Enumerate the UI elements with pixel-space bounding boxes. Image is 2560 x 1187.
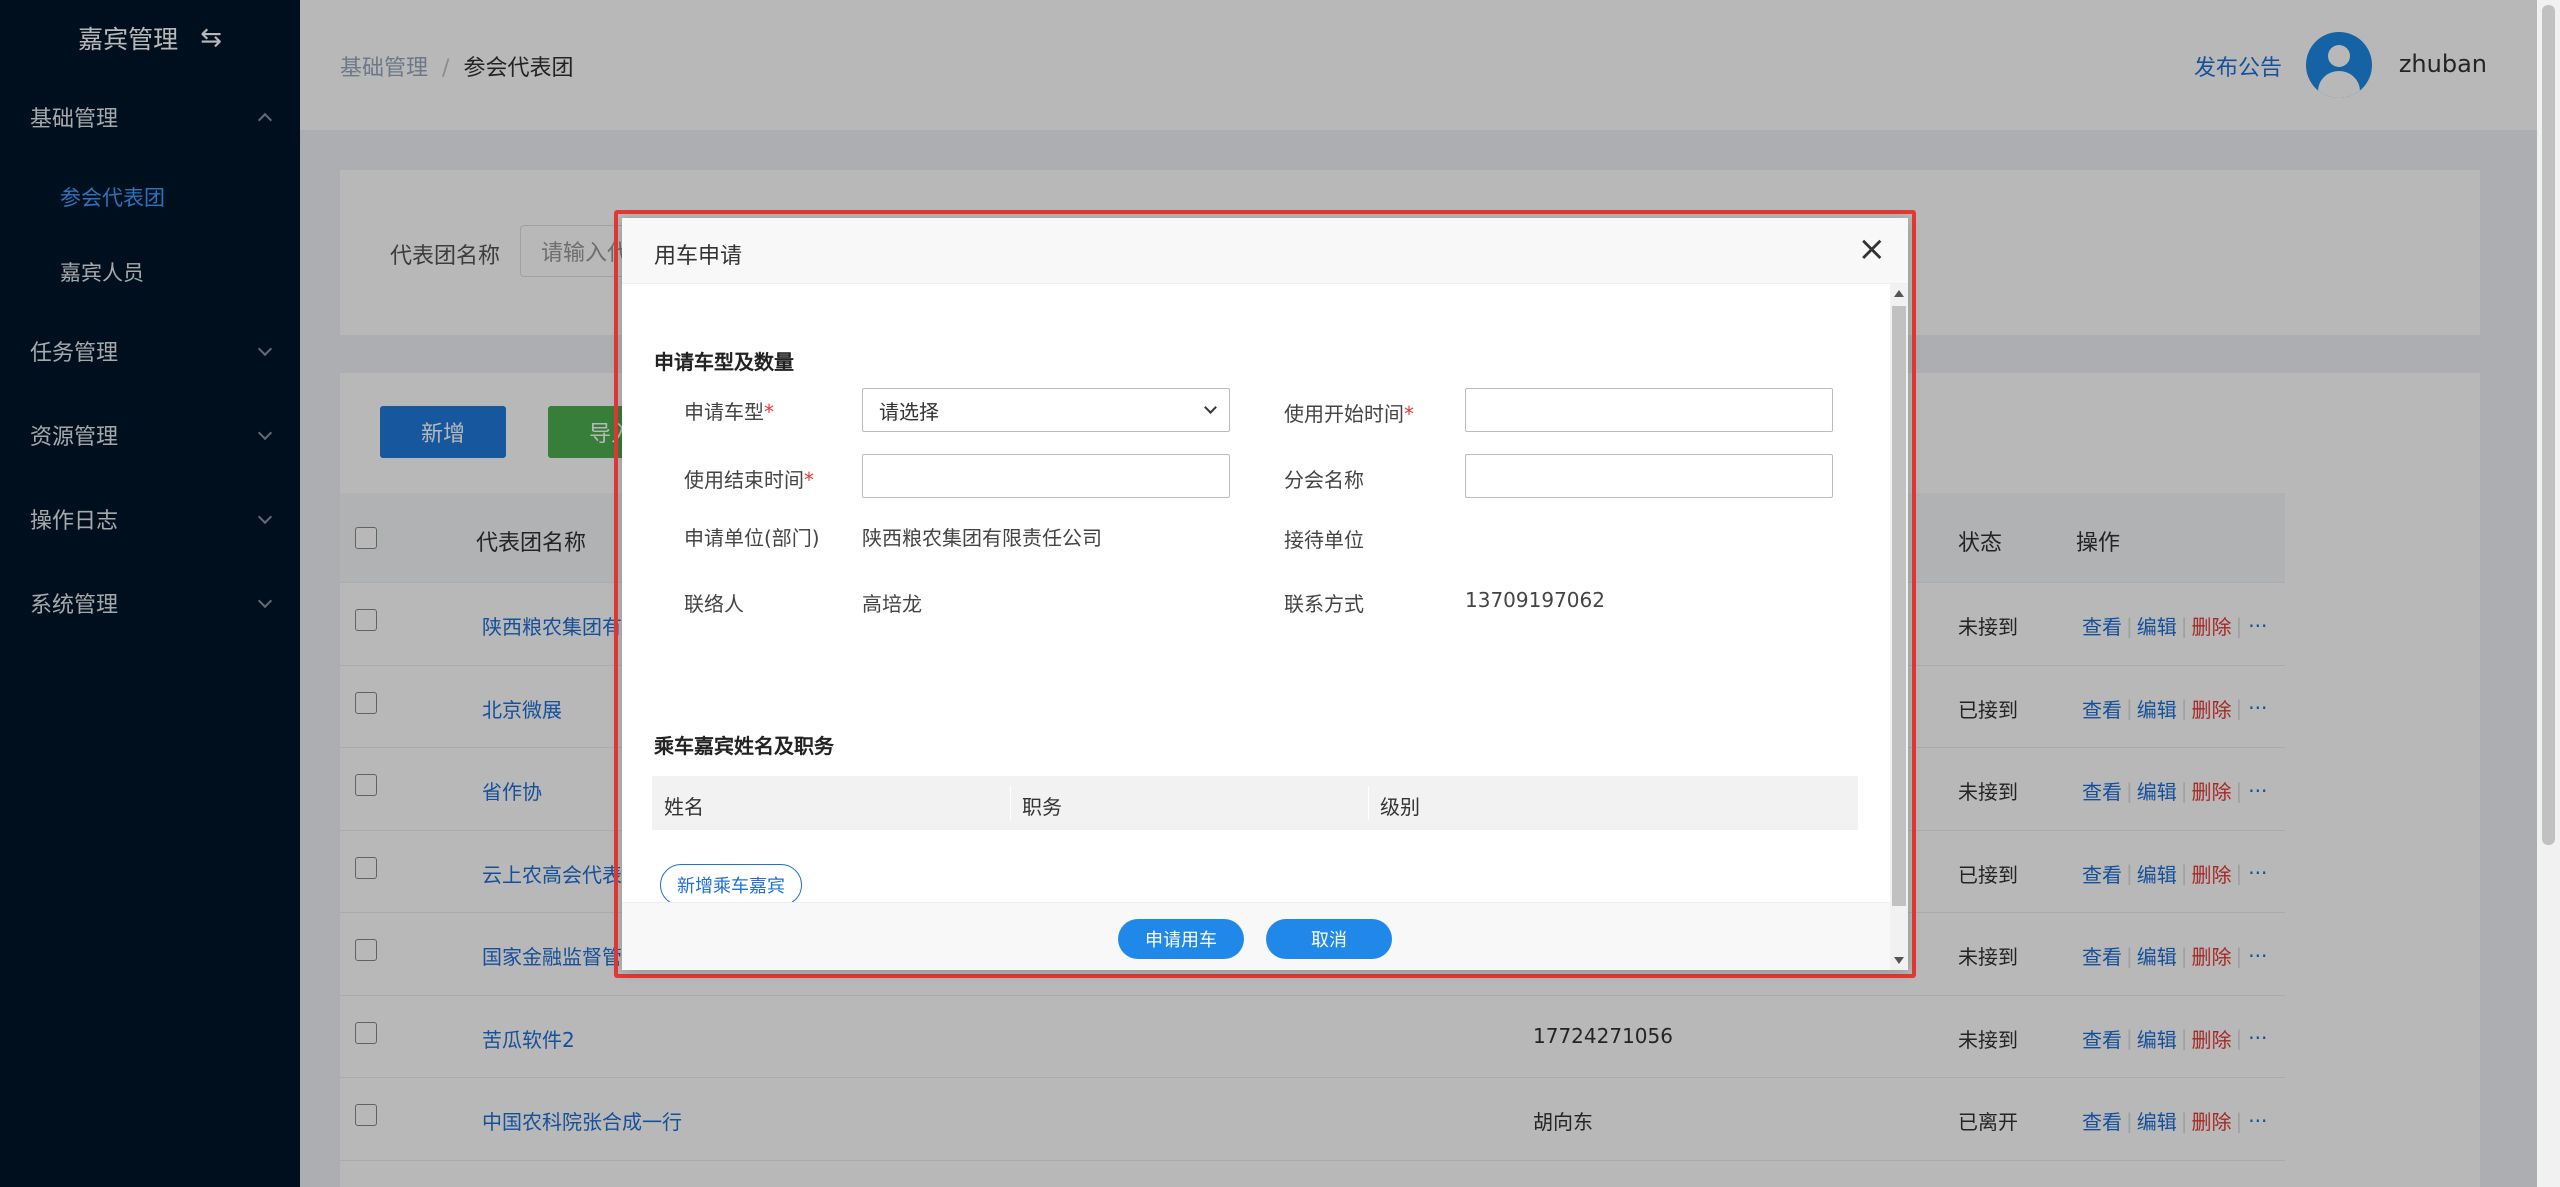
- dialog-body: 申请车型及数量 申请车型* 请选择 使用开始时间* 使用结束时间* 分会名称 申…: [622, 284, 1890, 906]
- unit-label: 申请单位(部门): [684, 526, 820, 550]
- cancel-button[interactable]: 取消: [1266, 919, 1392, 959]
- end-time-input[interactable]: [862, 454, 1230, 498]
- column-divider: [1010, 786, 1011, 820]
- label-text: 申请车型: [684, 400, 764, 424]
- section-title-car: 申请车型及数量: [654, 350, 794, 374]
- page-scrollbar[interactable]: [2537, 0, 2560, 1187]
- start-time-label: 使用开始时间*: [1284, 398, 1414, 427]
- guest-column-name: 姓名: [664, 795, 704, 819]
- guest-column-level: 级别: [1380, 795, 1420, 819]
- car-type-label: 申请车型*: [684, 396, 774, 425]
- scroll-up-icon[interactable]: [1894, 290, 1904, 297]
- phone-value: 13709197062: [1465, 588, 1605, 612]
- car-request-dialog: 用车申请 × 申请车型及数量 申请车型* 请选择 使用开始时间* 使用结束时间*…: [622, 218, 1908, 970]
- dialog-scrollbar[interactable]: [1890, 284, 1908, 970]
- unit-value: 陕西粮农集团有限责任公司: [862, 526, 1102, 550]
- contact-label: 联络人: [684, 592, 744, 616]
- label-text: 使用开始时间: [1284, 402, 1404, 426]
- branch-label: 分会名称: [1284, 468, 1364, 492]
- branch-input[interactable]: [1465, 454, 1833, 498]
- add-guest-button[interactable]: 新增乘车嘉宾: [660, 864, 802, 906]
- guest-table-header: 姓名 职务 级别: [652, 776, 1858, 830]
- end-time-label: 使用结束时间*: [684, 464, 814, 493]
- dialog-title: 用车申请: [654, 244, 743, 269]
- column-divider: [1368, 786, 1369, 820]
- guest-column-title: 职务: [1022, 795, 1062, 819]
- host-unit-label: 接待单位: [1284, 528, 1364, 552]
- contact-value: 高培龙: [862, 592, 922, 616]
- submit-car-request-button[interactable]: 申请用车: [1118, 919, 1244, 959]
- start-time-input[interactable]: [1465, 388, 1833, 432]
- section-title-guests: 乘车嘉宾姓名及职务: [654, 734, 834, 758]
- select-value: 请选择: [879, 399, 939, 424]
- scroll-down-icon[interactable]: [1894, 957, 1904, 964]
- required-mark: *: [764, 400, 774, 424]
- dialog-footer: [622, 902, 1890, 970]
- label-text: 使用结束时间: [684, 468, 804, 492]
- close-icon[interactable]: ×: [1858, 232, 1887, 266]
- chevron-down-icon: [1204, 401, 1217, 414]
- page-scrollbar-thumb[interactable]: [2542, 5, 2555, 845]
- dialog-header: 用车申请 ×: [622, 218, 1908, 284]
- dialog-scrollbar-thumb[interactable]: [1892, 306, 1906, 906]
- car-type-select[interactable]: 请选择: [862, 388, 1230, 432]
- required-mark: *: [804, 468, 814, 492]
- required-mark: *: [1404, 402, 1414, 426]
- phone-label: 联系方式: [1284, 592, 1364, 616]
